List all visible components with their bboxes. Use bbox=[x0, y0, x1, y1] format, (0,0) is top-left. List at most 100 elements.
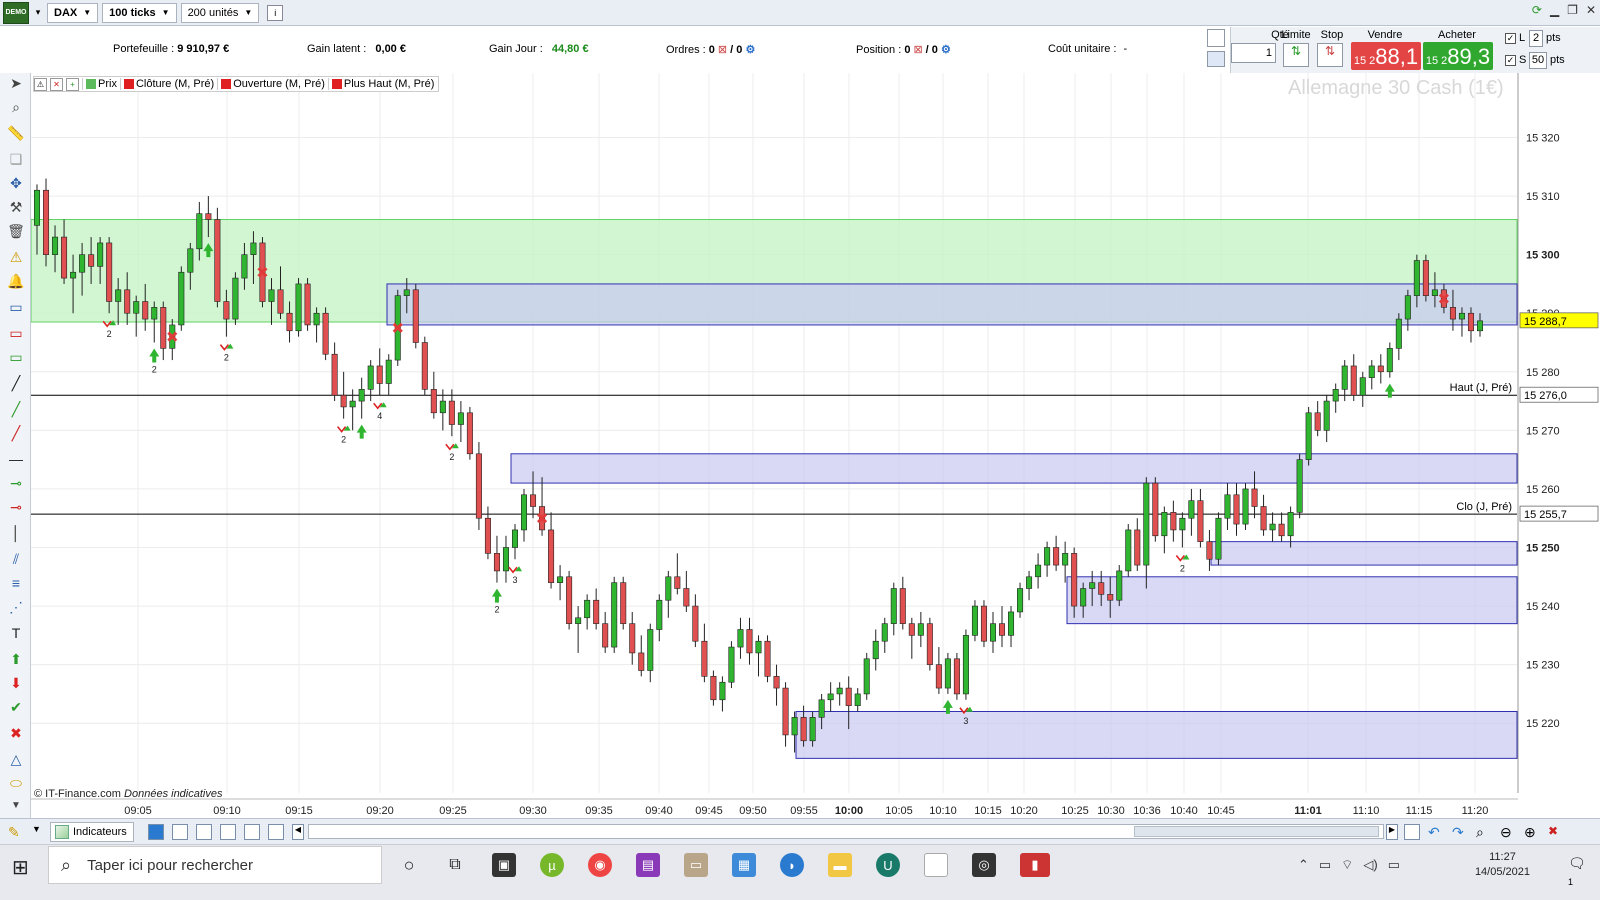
price-line-green-icon[interactable]: ⊸ bbox=[6, 473, 26, 493]
wifi-icon[interactable]: ⌔ bbox=[1341, 857, 1353, 873]
chart-compare-icon[interactable] bbox=[268, 824, 284, 840]
chevron-down-icon[interactable]: ▼ bbox=[32, 824, 48, 840]
chevron-up-icon[interactable]: ⌃ bbox=[1298, 857, 1309, 873]
legend-item-ouverture[interactable]: Ouverture (M, Pré) bbox=[217, 78, 325, 90]
trendline-green-icon[interactable]: ╱ bbox=[6, 399, 26, 419]
legend-add-icon[interactable]: + bbox=[66, 77, 79, 91]
indicators-button[interactable]: Indicateurs bbox=[50, 822, 134, 842]
alert-icon[interactable]: ⚠ bbox=[6, 247, 26, 267]
more-icon[interactable]: ▼ bbox=[6, 795, 26, 815]
fibonacci-icon[interactable]: ≡ bbox=[6, 573, 26, 593]
wrench-icon[interactable] bbox=[1207, 29, 1225, 47]
stop-pts-input[interactable]: 50 bbox=[1529, 52, 1547, 69]
cursor-icon[interactable]: ➤ bbox=[6, 73, 26, 93]
winrar-icon[interactable]: ▤ bbox=[636, 853, 660, 877]
settings-gear-icon[interactable]: ⚙ bbox=[941, 44, 951, 56]
notification-center-icon[interactable]: 🗨1 bbox=[1568, 855, 1590, 887]
table-icon[interactable] bbox=[220, 824, 236, 840]
browser-icon[interactable]: ◗ bbox=[780, 853, 804, 877]
horizontal-line-icon[interactable]: — bbox=[6, 449, 26, 469]
legend-item-prix[interactable]: Prix bbox=[82, 78, 117, 90]
display-icon[interactable]: ▦ bbox=[732, 853, 756, 877]
scroll-left-icon[interactable]: ◀ bbox=[292, 824, 304, 840]
timeframe-select[interactable]: 100 ticks ▼ bbox=[102, 2, 177, 23]
trendline-black-icon[interactable]: ╱ bbox=[6, 373, 26, 393]
network-device-icon[interactable]: ▭ bbox=[1319, 857, 1331, 873]
zoom-out-icon[interactable]: ⊖ bbox=[1500, 824, 1516, 840]
refresh-icon[interactable]: ⟳ bbox=[1532, 3, 1542, 17]
redo-icon[interactable]: ↷ bbox=[1452, 824, 1468, 840]
cross-icon[interactable]: ✖ bbox=[6, 723, 26, 743]
undo-icon[interactable]: ↶ bbox=[1428, 824, 1444, 840]
info-icon[interactable]: i bbox=[267, 4, 284, 21]
zoom-icon[interactable]: ⌕ bbox=[6, 97, 26, 117]
bell-icon[interactable]: 🔔 bbox=[6, 271, 26, 291]
close-icon[interactable]: ✕ bbox=[1586, 3, 1596, 17]
orders[interactable]: Ordres : 0 ⊠/ 0 ⚙ bbox=[666, 43, 755, 56]
restore-icon[interactable]: ❐ bbox=[1567, 3, 1578, 17]
trendline-red-icon[interactable]: ╱ bbox=[6, 423, 26, 443]
horizontal-line-blue-icon[interactable]: ▭ bbox=[6, 297, 26, 317]
legend-settings-icon[interactable]: ⚠ bbox=[34, 77, 47, 91]
price-line-red-icon[interactable]: ⊸ bbox=[6, 497, 26, 517]
battery-icon[interactable]: ▭ bbox=[1388, 857, 1400, 873]
limit-pts-input[interactable]: 2 bbox=[1529, 30, 1543, 47]
magnet-icon[interactable]: ⚒ bbox=[6, 197, 26, 217]
move-icon[interactable]: ✥ bbox=[6, 173, 26, 193]
taskbar-search[interactable]: ⌕ Taper ici pour rechercher bbox=[48, 846, 382, 884]
price-chart[interactable]: 222242233215 32015 31015 30015 29015 280… bbox=[31, 73, 1600, 818]
utorrent-icon[interactable]: µ bbox=[540, 853, 564, 877]
quantity-input[interactable]: 1 bbox=[1231, 43, 1276, 63]
volume-icon[interactable]: ◁) bbox=[1363, 857, 1377, 873]
windows-start-icon[interactable]: ⊞ bbox=[12, 855, 36, 879]
vertical-line-icon[interactable]: │ bbox=[6, 523, 26, 543]
fit-icon[interactable] bbox=[1404, 824, 1420, 840]
document-icon[interactable] bbox=[924, 853, 948, 877]
checkmark-icon[interactable]: ✔ bbox=[6, 697, 26, 717]
fan-icon[interactable]: ⋰ bbox=[6, 597, 26, 617]
horizontal-line-green-icon[interactable]: ▭ bbox=[6, 347, 26, 367]
sell-button[interactable]: 15 2 88,1 bbox=[1351, 42, 1421, 70]
cortana-icon[interactable]: ○ bbox=[397, 853, 421, 877]
ellipse-icon[interactable]: ⬭ bbox=[6, 773, 26, 793]
settings-gear-icon[interactable]: ⚙ bbox=[745, 44, 755, 56]
ruler-icon[interactable]: 📏 bbox=[6, 123, 26, 143]
triangle-icon[interactable]: △ bbox=[6, 749, 26, 769]
buy-button[interactable]: 15 2 89,3 bbox=[1423, 42, 1493, 70]
zoom-in-icon[interactable]: ⊕ bbox=[1524, 824, 1540, 840]
stop-order-button[interactable]: ⇅ bbox=[1317, 43, 1343, 67]
trash-icon[interactable]: 🗑 bbox=[6, 221, 26, 241]
cancel-icon[interactable]: ⊠ bbox=[718, 44, 727, 56]
legend-item-cloture[interactable]: Clôture (M, Pré) bbox=[119, 78, 214, 90]
units-select[interactable]: 200 unités ▼ bbox=[180, 2, 260, 23]
dropdown-icon[interactable]: ▾ bbox=[33, 5, 43, 21]
text-icon[interactable]: T bbox=[6, 623, 26, 643]
list-icon[interactable] bbox=[196, 824, 212, 840]
channel-icon[interactable]: ⫽ bbox=[6, 549, 26, 569]
chart-window-icon[interactable] bbox=[244, 824, 260, 840]
horizontal-line-red-icon[interactable]: ▭ bbox=[6, 323, 26, 343]
legend-remove-icon[interactable]: ✕ bbox=[50, 77, 63, 91]
limit-checkbox[interactable]: ✓ bbox=[1505, 33, 1516, 44]
camera-icon[interactable]: ◎ bbox=[972, 853, 996, 877]
upwork-icon[interactable]: U bbox=[876, 853, 900, 877]
chrome-icon[interactable]: ◉ bbox=[588, 853, 612, 877]
arrow-down-icon[interactable]: ⬇ bbox=[6, 673, 26, 693]
chart-scrollbar[interactable] bbox=[308, 824, 1384, 839]
chat-icon[interactable] bbox=[172, 824, 188, 840]
zoom-fit-icon[interactable]: ⌕ bbox=[1476, 824, 1492, 840]
scroll-right-icon[interactable]: ▶ bbox=[1386, 824, 1398, 840]
pencil-icon[interactable]: ✎ bbox=[8, 824, 24, 840]
task-view-icon[interactable]: ⧉ bbox=[443, 853, 467, 877]
close-chart-icon[interactable]: ✖ bbox=[1548, 824, 1564, 840]
minimize-icon[interactable]: ▁ bbox=[1550, 3, 1559, 17]
stop-checkbox[interactable]: ✓ bbox=[1505, 55, 1516, 66]
arrow-up-icon[interactable]: ⬆ bbox=[6, 649, 26, 669]
position[interactable]: Position : 0 ⊠/ 0 ⚙ bbox=[856, 43, 951, 56]
clock[interactable]: 11:27 14/05/2021 bbox=[1475, 850, 1530, 880]
file-explorer-icon[interactable]: ▬ bbox=[828, 853, 852, 877]
limit-order-button[interactable]: ⇅ bbox=[1283, 43, 1309, 67]
legend-item-plus-haut[interactable]: Plus Haut (M, Pré) bbox=[327, 78, 434, 90]
scrollbar-thumb[interactable] bbox=[1134, 826, 1379, 837]
prorealtime-icon[interactable]: ▮ bbox=[1020, 853, 1050, 877]
